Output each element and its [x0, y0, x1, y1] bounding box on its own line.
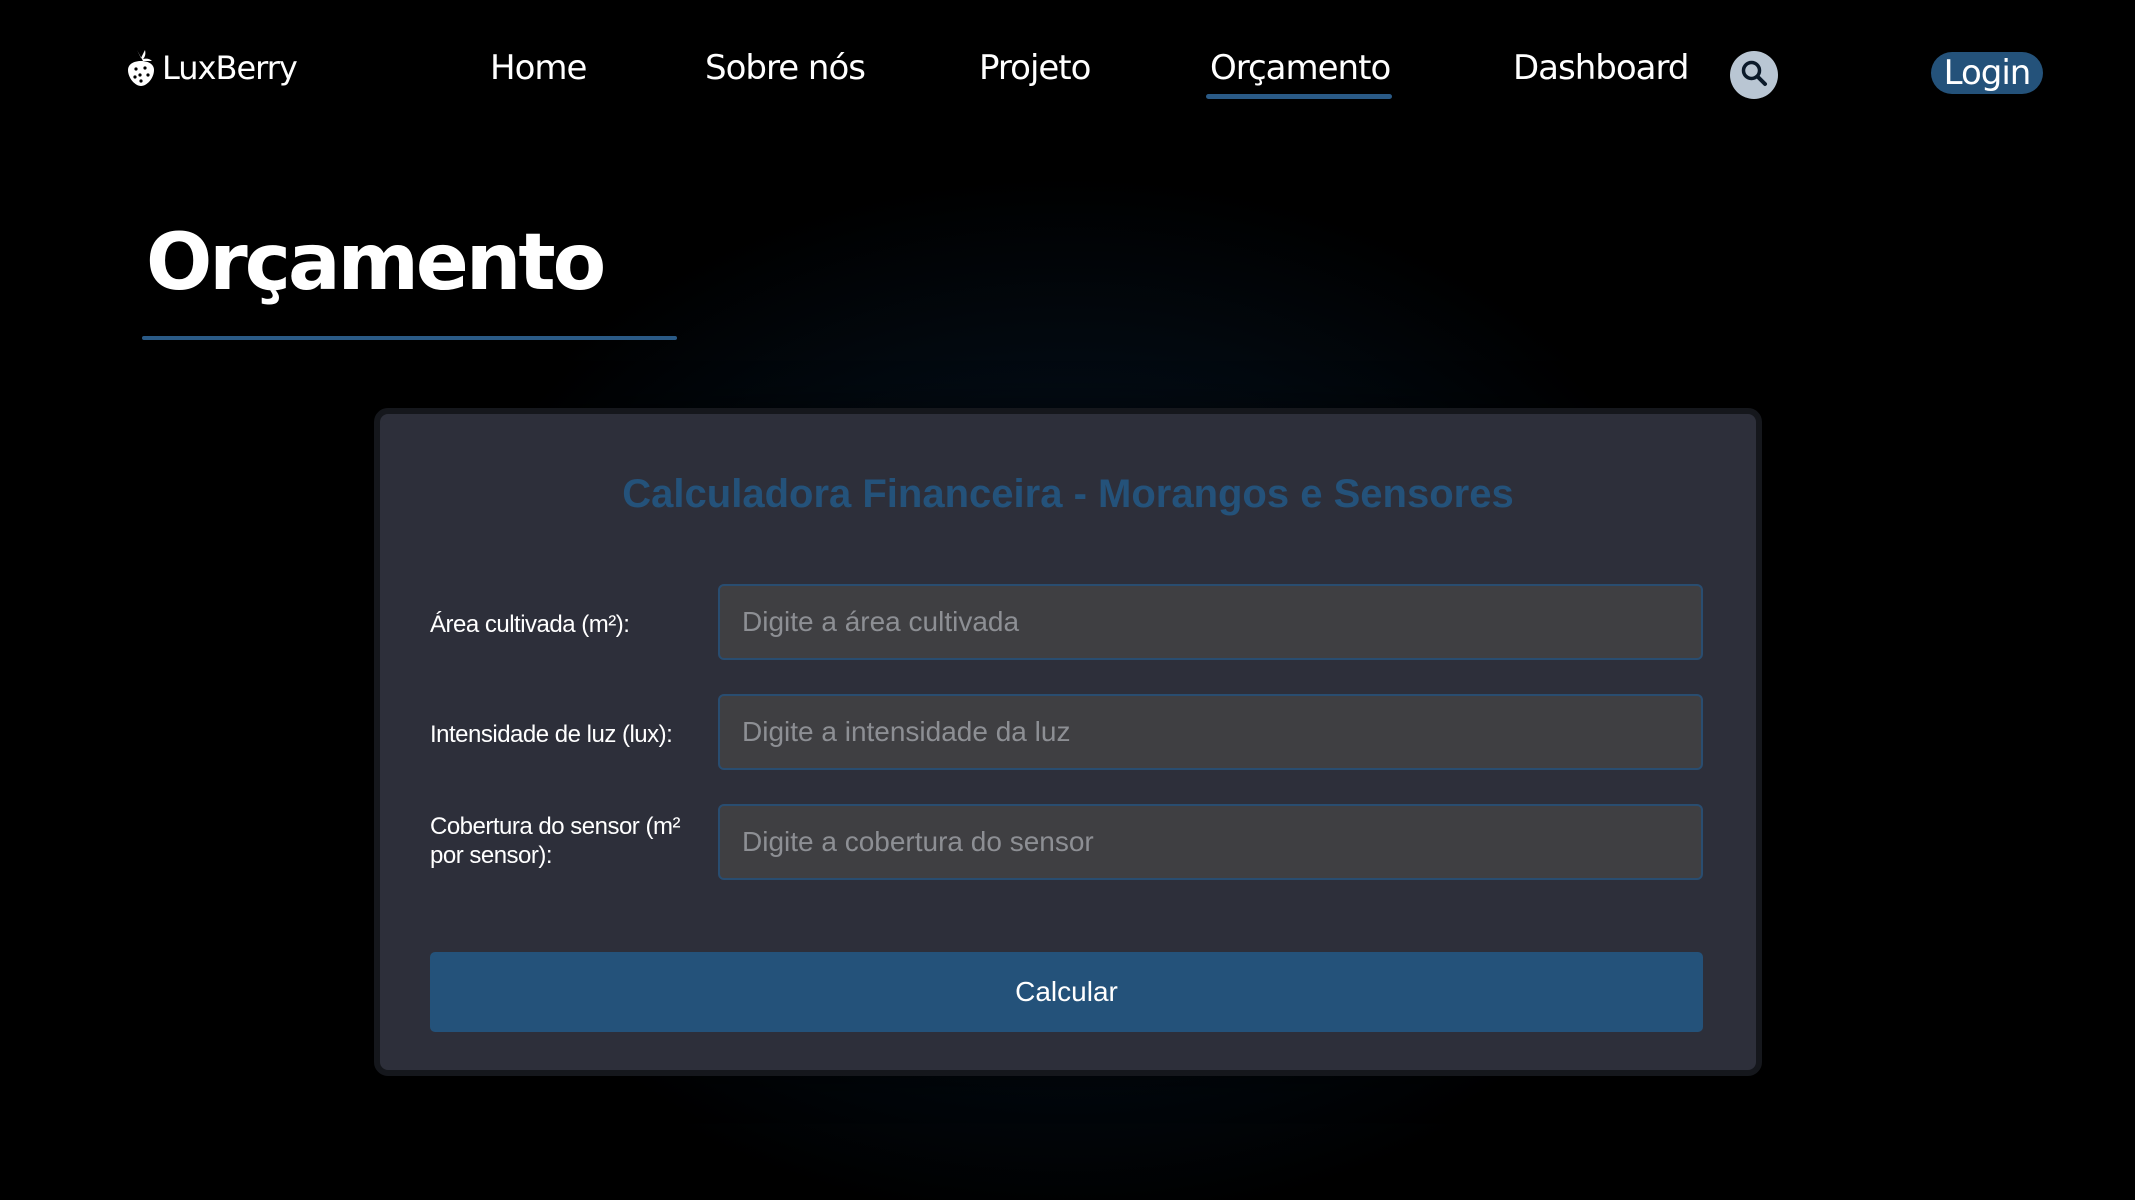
- area-label: Área cultivada (m²):: [430, 611, 630, 638]
- brand-logo[interactable]: LuxBerry: [126, 46, 298, 90]
- title-divider: [142, 336, 677, 340]
- login-button[interactable]: Login: [1931, 52, 2043, 94]
- calculate-button[interactable]: Calcular: [430, 952, 1703, 1032]
- calculator-card: Calculadora Financeira - Morangos e Sens…: [374, 408, 1762, 1076]
- nav-sobre-nos[interactable]: Sobre nós: [705, 48, 866, 88]
- light-intensity-label: Intensidade de luz (lux):: [430, 721, 673, 748]
- area-input[interactable]: [718, 584, 1703, 660]
- nav-home[interactable]: Home: [490, 48, 587, 88]
- strawberry-icon: [126, 48, 156, 88]
- nav-projeto[interactable]: Projeto: [979, 48, 1091, 88]
- search-icon: [1739, 58, 1769, 93]
- page-title: Orçamento: [146, 218, 606, 308]
- light-intensity-input[interactable]: [718, 694, 1703, 770]
- sensor-coverage-input[interactable]: [718, 804, 1703, 880]
- nav-orcamento[interactable]: Orçamento: [1210, 48, 1391, 88]
- search-button[interactable]: [1730, 51, 1778, 99]
- nav-dashboard[interactable]: Dashboard: [1513, 48, 1689, 88]
- sensor-coverage-label: Cobertura do sensor (m² por sensor):: [430, 813, 680, 869]
- calculator-title: Calculadora Financeira - Morangos e Sens…: [622, 472, 1514, 516]
- nav-active-indicator: [1206, 94, 1392, 99]
- brand-name: LuxBerry: [162, 49, 298, 87]
